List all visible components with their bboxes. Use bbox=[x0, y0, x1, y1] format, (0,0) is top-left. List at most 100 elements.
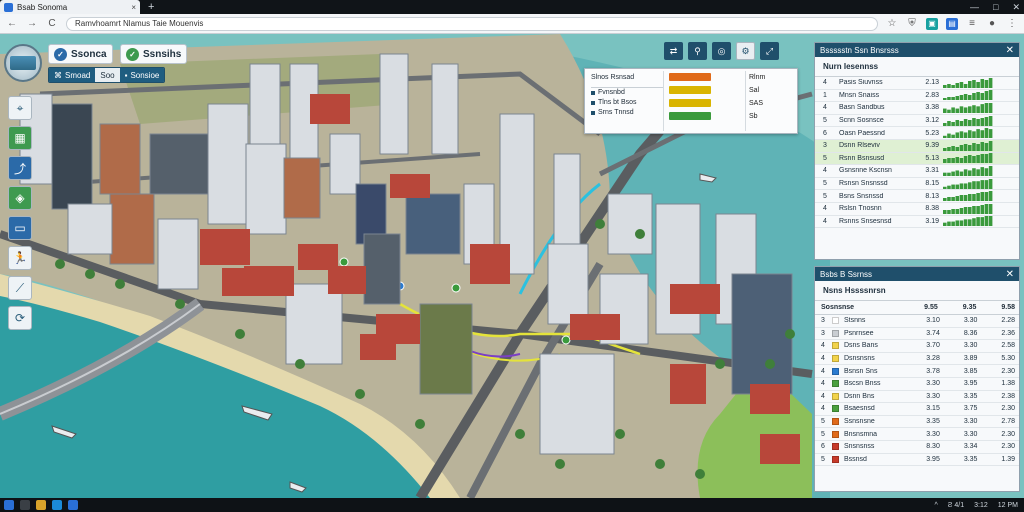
close-icon[interactable]: ✕ bbox=[1006, 45, 1014, 56]
popup-bar bbox=[669, 99, 711, 107]
app-icon[interactable] bbox=[68, 500, 78, 510]
row-value-b: 3.89 bbox=[963, 355, 978, 363]
mode-tab-icon: ▪ bbox=[124, 70, 128, 80]
layer-chip-primary[interactable]: ✓ Ssonca bbox=[48, 44, 113, 64]
table-row[interactable]: 3 Stsnns 3.10 3.30 2.28 bbox=[815, 315, 1019, 328]
settings-icon[interactable]: ⚙ bbox=[736, 42, 755, 60]
sparkline-bar bbox=[980, 93, 985, 101]
table-row[interactable]: 3 Dsnn Rlseviv 9.39 bbox=[815, 139, 1019, 153]
mode-tab-3[interactable]: ▪ Sonsioe bbox=[119, 68, 165, 82]
table-row[interactable]: 1 Mnsn Snaiss 2.83 bbox=[815, 90, 1019, 103]
sparkline-bar bbox=[947, 158, 951, 164]
tab-close-icon[interactable]: × bbox=[131, 3, 136, 12]
browser-tab[interactable]: Bsab Sonoma × bbox=[0, 0, 140, 14]
sparkline-bar bbox=[959, 207, 964, 214]
close-window-button[interactable]: ✕ bbox=[1012, 0, 1020, 14]
back-button[interactable]: ← bbox=[6, 18, 18, 29]
row-name: Stsnns bbox=[843, 317, 866, 325]
measure-icon[interactable]: ⟋ bbox=[8, 276, 32, 300]
table-row[interactable]: 4 Gsnsnne Kscnsn 3.31 bbox=[815, 165, 1019, 178]
row-index: 4 bbox=[821, 380, 825, 388]
star-icon[interactable]: ☆ bbox=[886, 18, 898, 30]
share-icon[interactable]: ⇄ bbox=[664, 42, 683, 60]
sparkline-bar bbox=[955, 146, 960, 151]
sparkline-bar bbox=[972, 117, 976, 126]
sparkline-bar bbox=[988, 129, 993, 139]
table-row[interactable]: 6 Oasn Paessnd 5.23 bbox=[815, 127, 1019, 140]
tray-time: 3:12 bbox=[974, 501, 988, 509]
menu-icon[interactable]: ⋮ bbox=[1006, 18, 1018, 30]
app-logo[interactable] bbox=[4, 44, 42, 82]
table-row[interactable]: 5 Scnn Sosnsce 3.12 bbox=[815, 115, 1019, 128]
table-row[interactable]: 4 Dsns Bans 3.70 3.30 2.58 bbox=[815, 340, 1019, 353]
table-row[interactable]: 4 Pasis Siuvnss 2.13 bbox=[815, 77, 1019, 90]
row-value-c: 2.78 bbox=[1001, 418, 1016, 426]
table-row[interactable]: 4 Bsnsn Sns 3.78 3.85 2.30 bbox=[815, 365, 1019, 378]
table-row[interactable]: 4 Dsnn Bns 3.30 3.35 2.38 bbox=[815, 391, 1019, 404]
table-row[interactable]: 3 Psnrnsee 3.74 8.36 2.36 bbox=[815, 328, 1019, 341]
compass-icon[interactable]: ⌖ bbox=[8, 96, 32, 120]
table-row[interactable]: 4 Basn Sandbus 3.38 bbox=[815, 102, 1019, 115]
table-row[interactable]: 5 Rsnsn Snsnssd 8.15 bbox=[815, 178, 1019, 191]
sparkline-bar bbox=[984, 168, 989, 176]
extension-icon[interactable]: ▣ bbox=[926, 17, 938, 30]
map-icon[interactable]: ▦ bbox=[8, 126, 32, 150]
card-icon[interactable]: ▭ bbox=[8, 216, 32, 240]
table-row[interactable]: 4 Bscsn Bnss 3.30 3.95 1.38 bbox=[815, 378, 1019, 391]
new-tab-button[interactable]: + bbox=[148, 1, 154, 13]
search-icon[interactable] bbox=[20, 500, 30, 510]
table-row[interactable]: 5 Bssnsd 3.95 3.35 1.39 bbox=[815, 454, 1019, 467]
table-row[interactable]: 5 Rsnn Bsnsusd 5.13 bbox=[815, 152, 1019, 166]
sparkline-bar bbox=[947, 185, 951, 189]
maximize-button[interactable]: □ bbox=[993, 0, 998, 14]
row-index: 4 bbox=[823, 104, 827, 112]
browser-icon[interactable] bbox=[52, 500, 62, 510]
profile-icon[interactable]: ▤ bbox=[946, 17, 958, 30]
sparkline-bar bbox=[959, 171, 964, 176]
row-value-a: 3.30 bbox=[926, 380, 940, 388]
sparkline-bar bbox=[980, 192, 985, 202]
route-icon[interactable]: ⤴ bbox=[8, 156, 32, 180]
layers-icon[interactable]: ◈ bbox=[8, 186, 32, 210]
refresh-icon[interactable]: ⟳ bbox=[8, 306, 32, 330]
sparkline-bar bbox=[947, 97, 951, 101]
table-row[interactable]: 4 Dsnsnsns 3.28 3.89 5.30 bbox=[815, 353, 1019, 366]
expand-icon[interactable]: ⤢ bbox=[760, 42, 779, 60]
pin-icon[interactable]: ⚲ bbox=[688, 42, 707, 60]
table-row[interactable]: 5 Bsns Snsnssd 8.13 bbox=[815, 190, 1019, 203]
sparkline-bar bbox=[959, 195, 964, 202]
sparkline-bar bbox=[968, 106, 972, 113]
panel-header: Bsbs B Ssrnss ✕ bbox=[815, 267, 1019, 281]
mode-tab-1[interactable]: ⌘ Smoad bbox=[49, 68, 96, 82]
table-row[interactable]: 6 Snsnsnss 8.30 3.34 2.30 bbox=[815, 441, 1019, 454]
sparkline-bar bbox=[980, 78, 985, 88]
shield-icon[interactable]: ⛨ bbox=[906, 18, 918, 30]
sparkline-bar bbox=[963, 118, 968, 126]
target-icon[interactable]: ◎ bbox=[712, 42, 731, 60]
table-row[interactable]: 4 Rslsn Tnosnn 8.38 bbox=[815, 203, 1019, 216]
trend-sparkline bbox=[943, 77, 993, 88]
url-field[interactable]: Ramvhoamrt Nlamus Taie Mouenvis bbox=[66, 16, 878, 31]
sparkline-bar bbox=[947, 172, 951, 176]
sparkline-bar bbox=[980, 204, 985, 214]
mode-tab-2[interactable]: Soo bbox=[95, 68, 120, 82]
bookmarks-icon[interactable]: ≡ bbox=[966, 18, 978, 30]
table-row[interactable]: 5 Ssnsnsne 3.35 3.30 2.78 bbox=[815, 416, 1019, 429]
forward-button[interactable]: → bbox=[26, 18, 38, 29]
popup-bar bbox=[669, 73, 711, 81]
tray-chevron[interactable]: ^ bbox=[934, 502, 937, 509]
minimize-button[interactable]: — bbox=[970, 0, 979, 14]
close-icon[interactable]: ✕ bbox=[1006, 269, 1014, 280]
table-row[interactable]: 5 Bnsnsmna 3.30 3.30 2.30 bbox=[815, 428, 1019, 441]
row-value-c: 2.38 bbox=[1001, 392, 1016, 400]
folder-icon[interactable] bbox=[36, 500, 46, 510]
account-icon[interactable]: ● bbox=[986, 18, 998, 30]
layer-chip-secondary[interactable]: ✓ Ssnsihs bbox=[120, 44, 188, 64]
table-row[interactable]: 4 Rsnns Snsesnsd 3.19 bbox=[815, 216, 1019, 229]
tray-status[interactable]: Ƨ 4/1 bbox=[948, 502, 964, 509]
mode-tab-label: Soo bbox=[100, 70, 115, 80]
table-row[interactable]: 4 Bsaesnsd 3.15 3.75 2.30 bbox=[815, 403, 1019, 416]
start-icon[interactable] bbox=[4, 500, 14, 510]
runner-icon[interactable]: 🏃 bbox=[8, 246, 32, 270]
reload-button[interactable]: C bbox=[46, 18, 58, 29]
